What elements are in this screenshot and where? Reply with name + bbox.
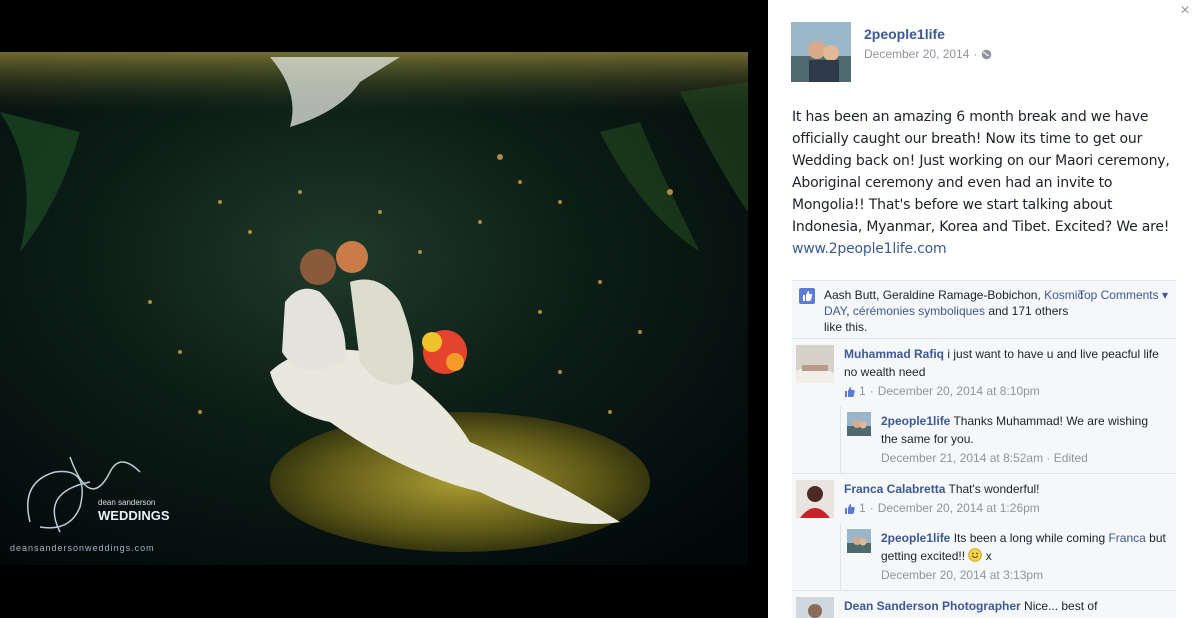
thumbs-up-icon[interactable]: [844, 502, 856, 514]
comment-time[interactable]: December 20, 2014 at 8:10pm: [878, 382, 1040, 400]
reply-avatar[interactable]: [847, 529, 871, 553]
commenter-name[interactable]: Dean Sanderson Photographer: [844, 599, 1021, 613]
comment-text: That's wonderful!: [945, 482, 1040, 496]
comment-text: Nice... best of: [1020, 599, 1098, 613]
smiley-emoji-icon: [968, 548, 983, 562]
post-detail-panel: × 2people1life December 20, 2014 · It ha…: [768, 0, 1200, 618]
post-header: 2people1life December 20, 2014 ·: [791, 22, 992, 82]
meta-separator: ·: [973, 47, 978, 61]
comment-item: Franca Calabretta That's wonderful! 1 · …: [792, 474, 1176, 591]
meta-separator: ·: [869, 384, 874, 398]
comment-meta: 1 · December 20, 2014 at 1:26pm: [844, 499, 1168, 517]
feedback-section: Aash Butt, Geraldine Ramage-Bobichon, Ko…: [792, 280, 1176, 618]
author-avatar[interactable]: [791, 22, 851, 82]
liker-link-ceremonies[interactable]: cérémonies symboliques: [853, 304, 985, 318]
mention-link[interactable]: Franca: [1108, 531, 1145, 545]
commenter-avatar[interactable]: [796, 597, 834, 618]
close-icon[interactable]: ×: [1178, 3, 1192, 19]
comment-meta: 1 · December 20, 2014 at 8:10pm: [844, 382, 1168, 400]
underwater-wedding-image: dean sanderson WEDDINGS deansandersonwed…: [0, 52, 748, 565]
reply-avatar[interactable]: [847, 412, 871, 436]
post-date[interactable]: December 20, 2014: [864, 47, 969, 61]
reply-item: 2people1life Thanks Muhammad! We are wis…: [840, 406, 1176, 473]
post-message: It has been an amazing 6 month break and…: [792, 109, 1170, 235]
watermark-url: deansandersonweddings.com: [10, 543, 155, 553]
reply-author[interactable]: 2people1life: [881, 531, 950, 545]
top-comments-dropdown[interactable]: Top Comments ▾: [1078, 287, 1168, 303]
post-text: It has been an amazing 6 month break and…: [792, 106, 1184, 260]
comment-like-count[interactable]: 1: [859, 382, 866, 400]
reply-author[interactable]: 2people1life: [881, 414, 950, 428]
author-name-link[interactable]: 2people1life: [864, 26, 992, 42]
wedding-photo[interactable]: dean sanderson WEDDINGS deansandersonwed…: [0, 52, 748, 565]
post-website-link[interactable]: www.2people1life.com: [792, 241, 947, 257]
commenter-name[interactable]: Muhammad Rafiq: [844, 347, 944, 361]
watermark-brand-small: dean sanderson: [98, 498, 155, 507]
post-meta: December 20, 2014 ·: [864, 47, 992, 61]
likes-comma: ,: [846, 304, 853, 318]
thumbs-up-icon[interactable]: [844, 385, 856, 397]
likes-summary: Aash Butt, Geraldine Ramage-Bobichon, Ko…: [792, 281, 1176, 339]
reply-text-end: x: [982, 549, 992, 563]
commenter-avatar[interactable]: [796, 480, 834, 518]
likes-names: Aash Butt, Geraldine Ramage-Bobichon,: [824, 288, 1045, 302]
globe-icon[interactable]: [981, 49, 992, 60]
comment-like-count[interactable]: 1: [859, 499, 866, 517]
commenter-name[interactable]: Franca Calabretta: [844, 482, 945, 496]
meta-separator: ·: [869, 501, 874, 515]
thumbs-up-icon[interactable]: [799, 288, 815, 304]
comment-item: Muhammad Rafiq i just want to have u and…: [792, 339, 1176, 474]
reply-text: Its been a long while coming: [950, 531, 1109, 545]
reply-time[interactable]: December 21, 2014 at 8:52am · Edited: [881, 449, 1168, 467]
photo-viewer[interactable]: dean sanderson WEDDINGS deansandersonwed…: [0, 0, 768, 618]
reply-item: 2people1life Its been a long while comin…: [840, 523, 1176, 590]
watermark-brand-large: WEDDINGS: [98, 508, 170, 523]
comment-time[interactable]: December 20, 2014 at 1:26pm: [878, 499, 1040, 517]
reply-time[interactable]: December 20, 2014 at 3:13pm: [881, 566, 1168, 584]
commenter-avatar[interactable]: [796, 345, 834, 383]
comment-item: Dean Sanderson Photographer Nice... best…: [792, 591, 1176, 618]
